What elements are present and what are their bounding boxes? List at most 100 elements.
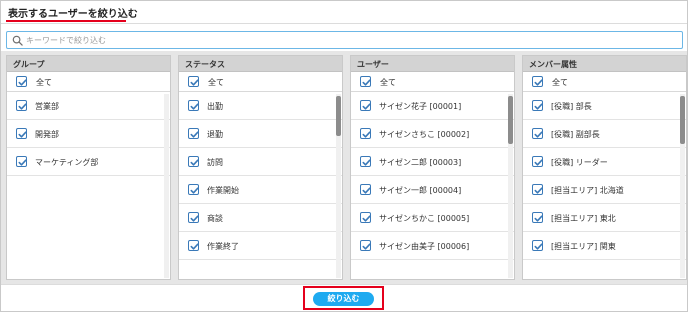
option-list: [役職] 部長 [役職] 副部長 [役職] リーダー [担当エリア] 北海道 [担当エリ…	[523, 92, 686, 260]
select-all-label: 全て	[552, 78, 568, 87]
option-label: サイゼン由美子 [00006]	[379, 242, 470, 251]
column-status: ステータス全て出勤退勤訪問作業開始商談作業終了	[178, 55, 343, 280]
option-checkbox[interactable]	[360, 100, 371, 111]
title-divider	[1, 23, 687, 24]
option-label: [担当エリア] 北海道	[551, 186, 624, 195]
select-all-checkbox[interactable]	[16, 76, 27, 87]
option-checkbox[interactable]	[188, 184, 199, 195]
option-list: 営業部開発部マーケティング部	[7, 92, 170, 176]
option-item[interactable]: サイゼン二郎 [00003]	[351, 148, 514, 176]
option-checkbox[interactable]	[188, 128, 199, 139]
option-item[interactable]: マーケティング部	[7, 148, 170, 176]
column-scrollbar-track[interactable]	[164, 94, 169, 278]
option-checkbox[interactable]	[188, 100, 199, 111]
option-item[interactable]: 出勤	[179, 92, 342, 120]
option-list: 出勤退勤訪問作業開始商談作業終了	[179, 92, 342, 260]
option-checkbox[interactable]	[532, 240, 543, 251]
column-header: メンバー属性	[523, 56, 686, 72]
option-label: サイゼン二郎 [00003]	[379, 158, 462, 167]
option-item[interactable]: 作業開始	[179, 176, 342, 204]
option-item[interactable]: サイゼン一郎 [00004]	[351, 176, 514, 204]
option-label: サイゼンちかこ [00005]	[379, 214, 470, 223]
option-checkbox[interactable]	[360, 212, 371, 223]
column-scrollbar-thumb[interactable]	[336, 96, 341, 136]
select-all-checkbox[interactable]	[360, 76, 371, 87]
option-label: サイゼンさちこ [00002]	[379, 130, 470, 139]
title-highlight-underline	[6, 20, 126, 22]
option-label: 商談	[207, 214, 223, 223]
option-label: サイゼン一郎 [00004]	[379, 186, 462, 195]
option-label: マーケティング部	[35, 158, 99, 167]
column-member-attribute: メンバー属性全て [役職] 部長 [役職] 副部長 [役職] リーダー [担当エリア] …	[522, 55, 687, 280]
option-list: サイゼン花子 [00001] サイゼンさちこ [00002] サイゼン二郎 [000…	[351, 92, 514, 260]
option-checkbox[interactable]	[532, 128, 543, 139]
option-label: 営業部	[35, 102, 59, 111]
option-label: [役職] 部長	[551, 102, 592, 111]
option-item[interactable]: サイゼンさちこ [00002]	[351, 120, 514, 148]
column-group: グループ全て営業部開発部マーケティング部	[6, 55, 171, 280]
filter-submit-button[interactable]: 絞り込む	[313, 292, 374, 306]
select-all-label: 全て	[380, 78, 396, 87]
option-item[interactable]: [担当エリア] 北海道	[523, 176, 686, 204]
select-all-row[interactable]: 全て	[523, 72, 686, 92]
filter-columns-area: グループ全て営業部開発部マーケティング部 ステータス全て出勤退勤訪問作業開始商談…	[1, 51, 687, 284]
option-label: 訪問	[207, 158, 223, 167]
select-all-row[interactable]: 全て	[179, 72, 342, 92]
option-checkbox[interactable]	[16, 128, 27, 139]
option-item[interactable]: サイゼン花子 [00001]	[351, 92, 514, 120]
select-all-checkbox[interactable]	[532, 76, 543, 87]
search-input[interactable]	[26, 34, 676, 47]
option-item[interactable]: [役職] 部長	[523, 92, 686, 120]
option-label: [役職] 副部長	[551, 130, 600, 139]
dialog-title: 表示するユーザーを絞り込む	[8, 9, 138, 20]
option-label: 作業開始	[207, 186, 239, 195]
search-box[interactable]	[6, 31, 683, 49]
option-item[interactable]: 営業部	[7, 92, 170, 120]
option-checkbox[interactable]	[188, 240, 199, 251]
submit-highlight-box: 絞り込む	[303, 286, 384, 310]
option-label: サイゼン花子 [00001]	[379, 102, 462, 111]
option-checkbox[interactable]	[16, 100, 27, 111]
select-all-checkbox[interactable]	[188, 76, 199, 87]
dialog-footer: 絞り込む	[1, 284, 687, 311]
option-label: 出勤	[207, 102, 223, 111]
column-header: グループ	[7, 56, 170, 72]
column-scrollbar-thumb[interactable]	[680, 96, 685, 144]
option-label: [担当エリア] 東北	[551, 214, 616, 223]
option-item[interactable]: 開発部	[7, 120, 170, 148]
option-checkbox[interactable]	[532, 184, 543, 195]
option-item[interactable]: 商談	[179, 204, 342, 232]
option-label: [役職] リーダー	[551, 158, 608, 167]
option-item[interactable]: [担当エリア] 東北	[523, 204, 686, 232]
option-item[interactable]: [役職] 副部長	[523, 120, 686, 148]
option-checkbox[interactable]	[532, 100, 543, 111]
option-checkbox[interactable]	[360, 184, 371, 195]
option-label: 開発部	[35, 130, 59, 139]
option-item[interactable]: 作業終了	[179, 232, 342, 260]
option-item[interactable]: [担当エリア] 関東	[523, 232, 686, 260]
option-checkbox[interactable]	[360, 156, 371, 167]
option-item[interactable]: 訪問	[179, 148, 342, 176]
option-checkbox[interactable]	[16, 156, 27, 167]
search-icon	[12, 35, 23, 46]
option-label: 作業終了	[207, 242, 239, 251]
option-label: 退勤	[207, 130, 223, 139]
option-checkbox[interactable]	[532, 156, 543, 167]
option-item[interactable]: 退勤	[179, 120, 342, 148]
option-label: [担当エリア] 関東	[551, 242, 616, 251]
select-all-row[interactable]: 全て	[351, 72, 514, 92]
option-checkbox[interactable]	[188, 212, 199, 223]
column-scrollbar-thumb[interactable]	[508, 96, 513, 144]
filter-users-dialog: 表示するユーザーを絞り込む グループ全て営業部開発部マーケティング部 ステータス…	[0, 0, 688, 312]
option-checkbox[interactable]	[532, 212, 543, 223]
column-header: ステータス	[179, 56, 342, 72]
option-checkbox[interactable]	[360, 240, 371, 251]
select-all-label: 全て	[36, 78, 52, 87]
option-checkbox[interactable]	[360, 128, 371, 139]
select-all-label: 全て	[208, 78, 224, 87]
select-all-row[interactable]: 全て	[7, 72, 170, 92]
option-item[interactable]: サイゼン由美子 [00006]	[351, 232, 514, 260]
option-item[interactable]: サイゼンちかこ [00005]	[351, 204, 514, 232]
option-item[interactable]: [役職] リーダー	[523, 148, 686, 176]
option-checkbox[interactable]	[188, 156, 199, 167]
